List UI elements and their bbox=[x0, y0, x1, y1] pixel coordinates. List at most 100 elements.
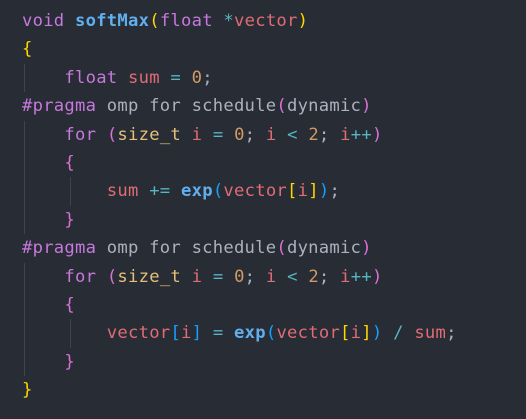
code-block[interactable]: void softMax(float *vector){ float sum =… bbox=[22, 7, 526, 404]
code-token: [ bbox=[340, 323, 351, 344]
code-token: i bbox=[297, 181, 309, 202]
code-token: ++ bbox=[350, 124, 372, 145]
code-token: ++ bbox=[350, 266, 372, 287]
code-token: { bbox=[64, 294, 76, 315]
code-token: vector bbox=[223, 181, 288, 202]
indent-guide bbox=[24, 148, 25, 178]
code-token: += bbox=[149, 181, 171, 202]
code-token: ( bbox=[276, 238, 287, 259]
code-token: omp for schedule bbox=[96, 238, 277, 259]
code-token: float bbox=[64, 67, 118, 88]
code-token: ] bbox=[308, 181, 319, 202]
indent-guide bbox=[24, 120, 25, 149]
code-token: ) bbox=[361, 96, 372, 117]
code-token: ( bbox=[106, 266, 118, 287]
code-token: ; bbox=[318, 124, 341, 145]
code-token: i bbox=[191, 266, 203, 287]
code-token: = bbox=[212, 323, 224, 344]
code-token: dynamic bbox=[286, 238, 362, 259]
code-token: i bbox=[340, 266, 351, 287]
code-token: exp bbox=[181, 181, 213, 202]
code-line[interactable]: vector[i] = exp(vector[i]) / sum; bbox=[22, 319, 526, 348]
indent-guide bbox=[24, 262, 25, 291]
code-token: } bbox=[22, 380, 33, 401]
code-token: omp for schedule bbox=[96, 96, 277, 117]
code-line[interactable]: for (size_t i = 0; i < 2; i++) bbox=[22, 120, 526, 149]
code-line[interactable]: float sum = 0; bbox=[22, 63, 526, 93]
code-token: i bbox=[181, 323, 192, 344]
code-token: = bbox=[170, 67, 182, 88]
code-line[interactable]: } bbox=[22, 347, 526, 377]
indent-guide bbox=[24, 319, 25, 348]
code-token: #pragma bbox=[22, 96, 97, 117]
code-line[interactable]: } bbox=[22, 376, 526, 404]
indent-guide bbox=[70, 177, 71, 206]
code-line[interactable]: } bbox=[22, 205, 526, 235]
code-token: vector bbox=[276, 323, 341, 344]
code-token: ) bbox=[318, 181, 330, 202]
code-token: size_t bbox=[117, 124, 182, 145]
code-token: i bbox=[350, 323, 362, 344]
code-token: i bbox=[191, 124, 203, 145]
code-token: ; bbox=[318, 266, 341, 287]
code-token: i bbox=[265, 124, 277, 145]
code-line[interactable]: sum += exp(vector[i]); bbox=[22, 177, 526, 206]
code-token: / bbox=[393, 323, 404, 344]
code-token: { bbox=[64, 152, 76, 173]
code-token: ) bbox=[371, 124, 383, 145]
indent-guide bbox=[70, 319, 71, 348]
code-token: ( bbox=[106, 124, 118, 145]
code-token: dynamic bbox=[286, 96, 362, 117]
code-token: ; bbox=[329, 181, 341, 202]
code-token: ( bbox=[212, 181, 224, 202]
code-token: < bbox=[287, 124, 298, 145]
code-line[interactable]: { bbox=[22, 35, 526, 63]
code-token: vector bbox=[106, 323, 171, 344]
code-token: i bbox=[340, 124, 351, 145]
code-token: 0 bbox=[191, 67, 203, 88]
code-line[interactable]: for (size_t i = 0; i < 2; i++) bbox=[22, 262, 526, 291]
indent-guide bbox=[24, 347, 25, 377]
code-line[interactable]: { bbox=[22, 290, 526, 320]
code-line[interactable]: void softMax(float *vector) bbox=[22, 7, 526, 35]
code-token: for bbox=[64, 124, 97, 145]
code-token: 2 bbox=[308, 266, 319, 287]
code-token: sum bbox=[106, 181, 139, 202]
code-token: ] bbox=[361, 323, 372, 344]
code-token: ) bbox=[361, 238, 372, 259]
code-token: ( bbox=[149, 11, 160, 31]
code-line[interactable]: #pragma omp for schedule(dynamic) bbox=[22, 92, 526, 120]
code-token: 0 bbox=[234, 266, 245, 287]
code-token: [ bbox=[287, 181, 298, 202]
code-token: ( bbox=[265, 323, 277, 344]
indent-guide bbox=[24, 177, 25, 206]
code-line[interactable]: { bbox=[22, 148, 526, 178]
code-token: < bbox=[287, 266, 298, 287]
code-line[interactable]: #pragma omp for schedule(dynamic) bbox=[22, 234, 526, 262]
code-token: float bbox=[159, 11, 213, 31]
code-token: void bbox=[22, 11, 65, 31]
code-token: 0 bbox=[234, 124, 245, 145]
indent-guide bbox=[24, 290, 25, 320]
code-editor[interactable]: void softMax(float *vector){ float sum =… bbox=[0, 0, 526, 419]
